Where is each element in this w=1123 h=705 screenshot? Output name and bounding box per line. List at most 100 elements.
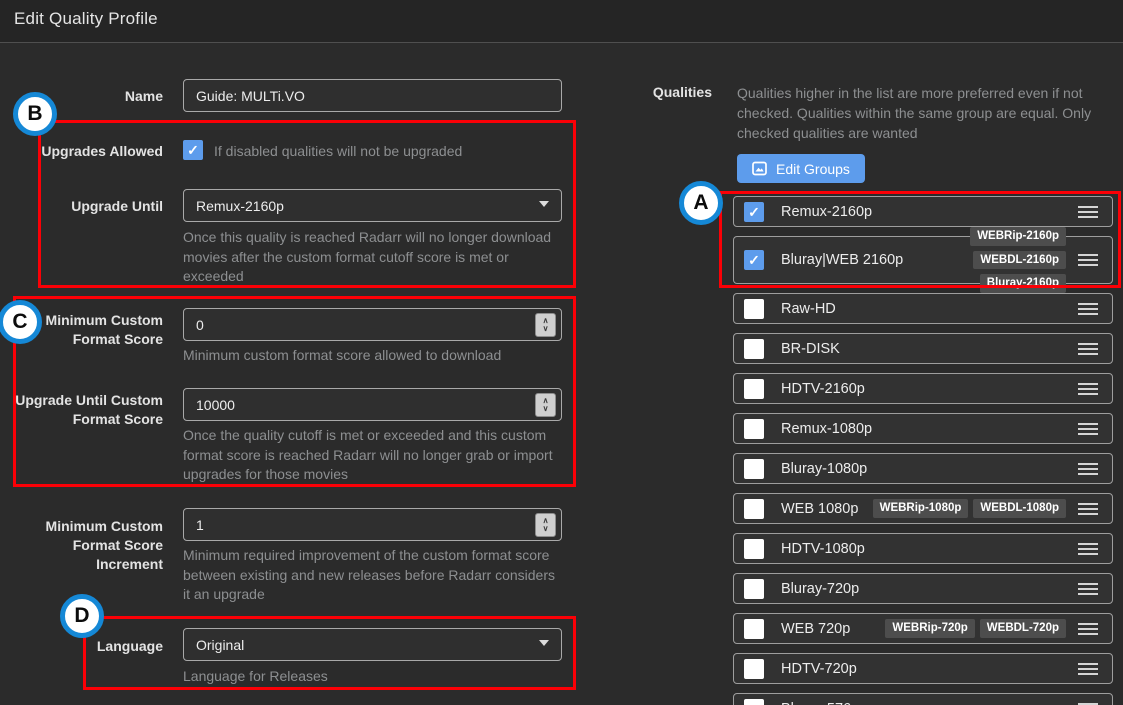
min-format-score-value: 0 <box>196 316 204 333</box>
quality-list: ✓ Remux-2160p ✓ Bluray|WEB 2160p WEBRip-… <box>733 196 1113 705</box>
drag-handle-icon[interactable] <box>1078 620 1098 638</box>
number-spinner-icon[interactable]: ∧ ∨ <box>535 313 556 337</box>
upgrade-until-help: Once this quality is reached Radarr will… <box>183 229 552 284</box>
quality-item[interactable]: ✓ Remux-1080p <box>733 413 1113 444</box>
quality-checkbox[interactable]: ✓ <box>744 298 764 319</box>
qualities-label: Qualities <box>652 84 712 100</box>
drag-handle-icon[interactable] <box>1078 460 1098 478</box>
min-format-score-input[interactable]: 0 ∧ ∨ <box>183 308 562 341</box>
quality-label: Bluray-576p <box>781 701 859 705</box>
upgrade-until-score-help: Once the quality cutoff is met or exceed… <box>183 427 553 482</box>
quality-badge: WEBDL-720p <box>979 619 1066 638</box>
annotation-marker-d: D <box>60 594 104 638</box>
number-spinner-icon[interactable]: ∧ ∨ <box>535 513 556 537</box>
upgrades-allowed-help: If disabled qualities will not be upgrad… <box>214 143 463 159</box>
quality-item[interactable]: ✓ Remux-2160p <box>733 196 1113 227</box>
quality-item[interactable]: ✓ BR-DISK <box>733 333 1113 364</box>
quality-item[interactable]: ✓ Bluray|WEB 2160p WEBRip-2160p WEBDL-216… <box>733 227 1113 293</box>
number-spinner-icon[interactable]: ∧ ∨ <box>535 393 556 417</box>
quality-checkbox[interactable]: ✓ <box>744 578 764 599</box>
quality-item[interactable]: ✓ HDTV-1080p <box>733 533 1113 564</box>
quality-badges: WEBRip-2160p WEBDL-2160p Bluray-2160p <box>903 227 1066 293</box>
quality-checkbox[interactable]: ✓ <box>744 618 764 639</box>
quality-label: Bluray|WEB 2160p <box>781 252 904 268</box>
drag-handle-icon[interactable] <box>1078 420 1098 438</box>
quality-label: Remux-2160p <box>781 203 873 220</box>
language-label: Language <box>96 638 163 654</box>
quality-checkbox[interactable]: ✓ <box>744 498 764 519</box>
upgrade-until-score-value: 10000 <box>196 396 235 413</box>
quality-item[interactable]: ✓ HDTV-2160p <box>733 373 1113 404</box>
language-select[interactable]: Original <box>183 628 562 661</box>
edit-quality-profile-modal: Edit Quality Profile Name Upgrades Allow… <box>0 0 1123 705</box>
drag-handle-icon[interactable] <box>1078 540 1098 558</box>
upgrade-until-value: Remux-2160p <box>196 197 284 214</box>
drag-handle-icon[interactable] <box>1078 340 1098 358</box>
qualities-description: Qualities higher in the list are more pr… <box>737 85 1092 141</box>
modal-header: Edit Quality Profile <box>0 0 1123 43</box>
language-help: Language for Releases <box>183 668 328 684</box>
drag-handle-icon[interactable] <box>1078 251 1098 269</box>
min-format-score-help: Minimum custom format score allowed to d… <box>183 347 502 363</box>
quality-item[interactable]: ✓ WEB 720p WEBRip-720pWEBDL-720p <box>733 613 1113 644</box>
edit-groups-button[interactable]: Edit Groups <box>737 154 865 183</box>
quality-label: HDTV-1080p <box>781 540 865 557</box>
quality-label: Bluray-720p <box>781 580 860 597</box>
chevron-down-icon <box>539 201 549 207</box>
name-label: Name <box>124 88 163 104</box>
quality-checkbox[interactable]: ✓ <box>744 250 764 270</box>
drag-handle-icon[interactable] <box>1078 380 1098 398</box>
drag-handle-icon[interactable] <box>1078 580 1098 598</box>
quality-checkbox[interactable]: ✓ <box>744 458 764 479</box>
annotation-marker-a: A <box>679 181 723 225</box>
quality-item[interactable]: ✓ Bluray-576p <box>733 693 1113 705</box>
quality-badges: WEBRip-720p WEBDL-720p <box>885 619 1066 638</box>
quality-badge: WEBDL-2160p <box>973 250 1066 270</box>
quality-item[interactable]: ✓ HDTV-720p <box>733 653 1113 684</box>
quality-label: Remux-1080p <box>781 420 873 437</box>
quality-item[interactable]: ✓ WEB 1080p WEBRip-1080pWEBDL-1080p <box>733 493 1113 524</box>
language-value: Original <box>196 636 245 653</box>
min-increment-input[interactable]: 1 ∧ ∨ <box>183 508 562 541</box>
quality-checkbox[interactable]: ✓ <box>744 378 764 399</box>
upgrade-until-select[interactable]: Remux-2160p <box>183 189 562 222</box>
drag-handle-icon[interactable] <box>1078 203 1098 221</box>
upgrade-until-score-label: Upgrade Until Custom Format Score <box>15 392 163 427</box>
quality-label: WEB 1080p <box>781 500 859 517</box>
quality-checkbox[interactable]: ✓ <box>744 658 764 679</box>
upgrade-until-label: Upgrade Until <box>71 198 163 214</box>
upgrades-allowed-checkbox[interactable]: ✓ <box>183 140 203 160</box>
drag-handle-icon[interactable] <box>1078 500 1098 518</box>
edit-groups-label: Edit Groups <box>776 160 850 177</box>
quality-checkbox[interactable]: ✓ <box>744 698 764 705</box>
quality-item[interactable]: ✓ Bluray-1080p <box>733 453 1113 484</box>
min-format-score-label: Minimum Custom Format Score <box>45 312 163 347</box>
upgrades-allowed-label: Upgrades Allowed <box>41 143 163 159</box>
name-input[interactable] <box>183 79 562 112</box>
quality-label: Bluray-1080p <box>781 460 868 477</box>
chevron-down-icon <box>539 640 549 646</box>
min-increment-help: Minimum required improvement of the cust… <box>183 547 555 602</box>
quality-label: HDTV-720p <box>781 660 857 677</box>
quality-label: Raw-HD <box>781 300 836 317</box>
quality-item[interactable]: ✓ Raw-HD <box>733 293 1113 324</box>
check-icon: ✓ <box>748 252 760 268</box>
quality-badge: WEBRip-1080p <box>872 499 969 518</box>
quality-checkbox[interactable]: ✓ <box>744 201 764 222</box>
min-increment-label: Minimum Custom Format Score Increment <box>45 518 163 572</box>
quality-label: WEB 720p <box>781 620 851 637</box>
quality-item[interactable]: ✓ Bluray-720p <box>733 573 1113 604</box>
quality-checkbox[interactable]: ✓ <box>744 418 764 439</box>
quality-checkbox[interactable]: ✓ <box>744 538 764 559</box>
check-icon: ✓ <box>748 203 760 220</box>
page-title: Edit Quality Profile <box>14 9 158 28</box>
quality-badge: Bluray-2160p <box>979 274 1066 293</box>
edit-groups-icon <box>752 161 767 176</box>
drag-handle-icon[interactable] <box>1078 660 1098 678</box>
drag-handle-icon[interactable] <box>1078 700 1098 705</box>
quality-badge: WEBDL-1080p <box>973 499 1066 518</box>
quality-checkbox[interactable]: ✓ <box>744 338 764 359</box>
upgrade-until-score-input[interactable]: 10000 ∧ ∨ <box>183 388 562 421</box>
min-increment-value: 1 <box>196 516 204 533</box>
drag-handle-icon[interactable] <box>1078 300 1098 318</box>
